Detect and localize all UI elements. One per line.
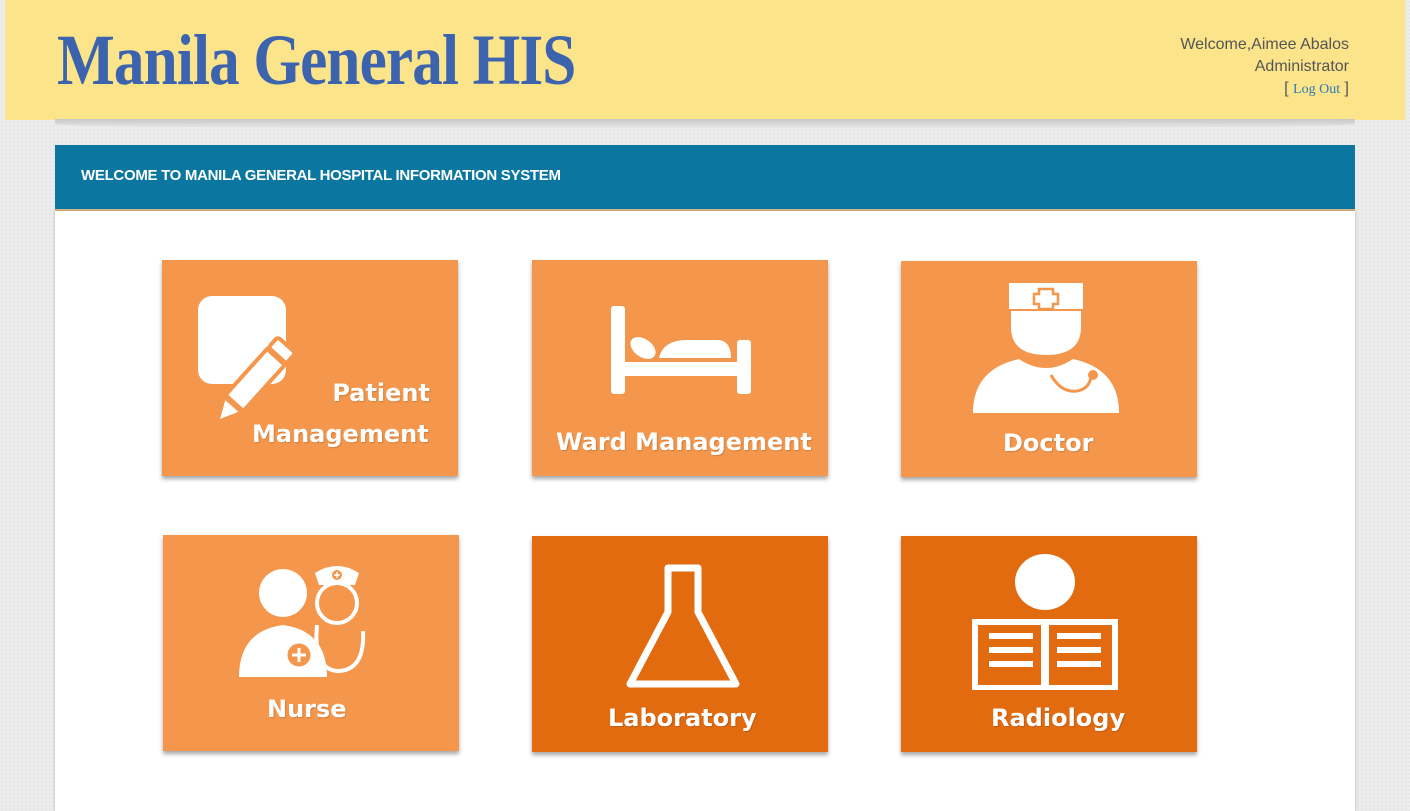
tile-ward-management[interactable]: Ward Management [532, 260, 828, 476]
bracket-open: [ [1284, 80, 1289, 97]
banner-title: WELCOME TO MANILA GENERAL HOSPITAL INFOR… [81, 167, 561, 184]
radiology-icon [972, 554, 1118, 690]
user-info: Welcome,Aimee Abalos Administrator [ Log… [1180, 34, 1349, 101]
tile-label: Doctor [1003, 429, 1094, 457]
bracket-close: ] [1344, 80, 1349, 97]
tile-label: Patient [332, 379, 430, 407]
tile-label: Nurse [267, 695, 347, 723]
module-panel: Patient Management Ward Management Docto… [55, 211, 1355, 811]
bed-icon [611, 306, 751, 394]
logout-link[interactable]: Log Out [1293, 82, 1340, 97]
welcome-banner: WELCOME TO MANILA GENERAL HOSPITAL INFOR… [55, 145, 1355, 211]
tile-radiology[interactable]: Radiology [901, 536, 1197, 752]
nurse-icon [239, 566, 366, 677]
note-pencil-icon [198, 296, 297, 420]
tile-laboratory[interactable]: Laboratory [532, 536, 828, 752]
tile-doctor[interactable]: Doctor [901, 261, 1197, 477]
logout-line: [ Log Out ] [1180, 78, 1349, 101]
tile-patient-management[interactable]: Patient Management [162, 260, 458, 476]
tile-nurse[interactable]: Nurse [163, 535, 459, 751]
tile-label: Radiology [991, 704, 1126, 732]
tile-label: Laboratory [608, 704, 757, 732]
app-logo[interactable]: Manila General HIS [57, 20, 576, 100]
tile-label: Management [252, 420, 429, 448]
doctor-icon [973, 283, 1119, 413]
flask-icon [626, 564, 740, 688]
header-bar: Manila General HIS Welcome,Aimee Abalos … [5, 0, 1405, 120]
welcome-text: Welcome,Aimee Abalos [1180, 36, 1349, 53]
header-shadow [55, 119, 1355, 129]
tile-label: Ward Management [556, 428, 812, 456]
user-role: Administrator [1254, 58, 1349, 75]
